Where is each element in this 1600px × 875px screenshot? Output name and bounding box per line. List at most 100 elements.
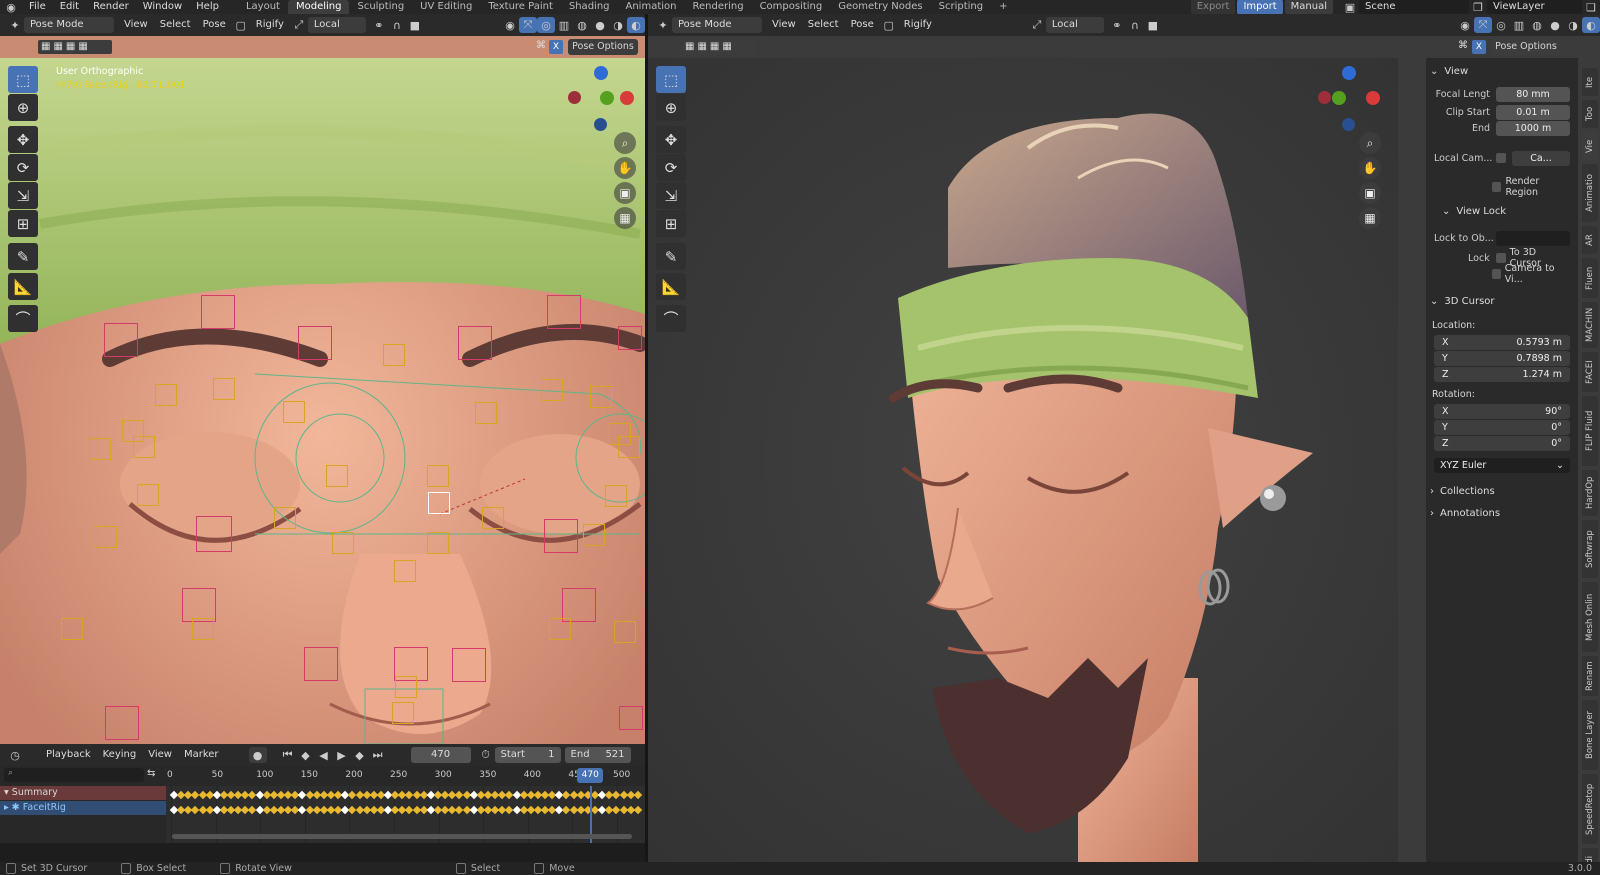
import-button[interactable]: Import [1237,0,1283,15]
playhead-frame-badge[interactable]: 470 [577,768,604,783]
bone-control[interactable] [544,519,578,553]
tab-animation[interactable]: Animation [618,0,685,14]
scene-selector[interactable]: Scene [1359,0,1469,15]
menu-select[interactable]: Select [154,17,197,33]
camera-icon[interactable]: ▣ [614,182,636,204]
tab-layout[interactable]: Layout [238,0,288,14]
bone-control[interactable] [458,326,492,360]
bone-control[interactable] [618,436,640,458]
bone-control[interactable] [605,485,627,507]
bone-control[interactable] [482,507,504,529]
prev-keyframe-icon[interactable]: ◆ [297,747,315,763]
bone-control[interactable] [155,384,177,406]
move-tool[interactable]: ✥ [8,126,38,153]
snap-icon[interactable]: ∩ [1126,17,1144,33]
right-viewport[interactable]: ✦ Pose Mode View Select Pose ▢ Rigify ⤢ … [648,14,1600,862]
navigation-gizmo[interactable] [1314,66,1394,146]
mirror-x-button[interactable]: X [549,40,563,54]
cursor-tool[interactable]: ⊕ [8,94,38,121]
menu-help[interactable]: Help [189,0,226,14]
cursor-rot-x-field[interactable]: X 90° [1434,403,1570,419]
clock-icon[interactable]: ◷ [6,747,24,763]
bone-control[interactable] [618,326,642,350]
bone-control[interactable] [283,401,305,423]
menu-render[interactable]: Render [86,0,136,14]
transform-tool[interactable]: ⊞ [8,210,38,237]
sidebar-tab[interactable]: Animatio [1582,164,1598,222]
jump-start-icon[interactable]: ⏮ [279,747,297,763]
bone-control[interactable] [104,323,138,357]
manual-button[interactable]: Manual [1284,0,1333,15]
tab-compositing[interactable]: Compositing [752,0,831,14]
pivot-icon[interactable]: ⚭ [1108,17,1126,33]
tab-uv-editing[interactable]: UV Editing [412,0,480,14]
menu-pose[interactable]: Pose [845,17,880,33]
next-keyframe-icon[interactable]: ◆ [351,747,369,763]
cursor-loc-y-field[interactable]: Y 0.7898 m [1434,350,1570,366]
axis-x-icon[interactable] [1366,91,1380,105]
bone-control[interactable] [192,618,214,640]
bone-control[interactable] [614,621,636,643]
rotation-mode-select[interactable]: XYZ Euler ⌄ [1434,457,1570,473]
bone-control[interactable] [475,402,497,424]
tab-modeling[interactable]: Modeling [287,0,350,14]
axis-y-icon[interactable] [1332,91,1346,105]
visibility-icon[interactable]: ◉ [501,17,519,33]
gizmo-icon[interactable]: ⤧ [1474,17,1492,33]
tab-geometry-nodes[interactable]: Geometry Nodes [830,0,930,14]
record-icon[interactable]: ● [248,747,267,763]
bone-control[interactable] [89,438,111,460]
bone-control[interactable] [427,532,449,554]
pan-hand-icon[interactable]: ✋ [614,157,636,179]
axis-neg-z-icon[interactable] [1342,118,1355,131]
keying-menu[interactable]: Keying [97,747,143,763]
transform-orientation-icon[interactable]: ⤢ [1028,17,1046,33]
swap-icon[interactable]: ⇆ [147,768,161,782]
play-reverse-icon[interactable]: ◀ [315,747,333,763]
pose-tool[interactable]: ⌒ [656,305,686,332]
select-box-tool[interactable]: ⬚ [8,66,38,93]
timeline-scrollbar[interactable] [172,834,632,839]
export-button[interactable]: Export [1190,0,1236,15]
sidebar-tab[interactable]: Mesh Onlin [1582,582,1598,652]
select-mode-icons[interactable]: ▦▦▦▦ [38,40,112,54]
mirror-x-button[interactable]: X [1472,40,1486,54]
xray-icon[interactable]: ▥ [1510,17,1528,33]
bone-control[interactable] [196,516,232,552]
start-frame-field[interactable]: Start 1 [494,747,561,763]
sidebar-tab[interactable]: Ite [1582,68,1598,96]
pose-options-icon[interactable]: ▢ [880,17,898,33]
left-viewport[interactable]: ✦ Pose Mode View Select Pose ▢ Rigify ⤢ … [0,14,645,744]
scene-icon[interactable]: ▣ [1341,0,1359,15]
tab-shading[interactable]: Shading [561,0,618,14]
channel-faceitrig[interactable]: ▸ ✱ FaceitRig [0,801,166,815]
annotate-tool[interactable]: ✎ [656,243,686,270]
pose-options-dropdown[interactable]: Pose Options [1491,39,1561,55]
view-layer-selector[interactable]: ViewLayer [1487,0,1582,15]
camera-icon[interactable]: ▣ [1359,182,1381,204]
sidebar-tab[interactable]: Too [1582,100,1598,128]
view-lock-section-header[interactable]: ⌄ View Lock [1442,202,1570,220]
visibility-icon[interactable]: ◉ [1456,17,1474,33]
bone-control[interactable] [326,465,348,487]
keyframe[interactable] [633,805,643,815]
menu-rigify[interactable]: Rigify [898,17,938,33]
bone-control[interactable] [137,484,159,506]
bone-control[interactable] [541,379,563,401]
marker-menu[interactable]: Marker [178,747,225,763]
end-frame-field[interactable]: End 521 [564,747,631,763]
bone-control[interactable] [395,676,417,698]
orientation-selector[interactable]: Local [307,17,366,33]
pivot-icon[interactable]: ⚭ [370,17,388,33]
bone-control[interactable] [452,648,486,682]
proportional-edit-icon[interactable]: ■ [406,17,424,33]
measure-tool[interactable]: 📐 [656,273,686,300]
blender-logo-icon[interactable]: ◉ [0,0,22,15]
axis-neg-z-icon[interactable] [594,118,607,131]
frame-ruler[interactable]: 050100150200250300350400450500470 [166,768,645,784]
lock-to-object-field[interactable] [1496,230,1570,246]
tab-texture-paint[interactable]: Texture Paint [480,0,561,14]
menu-window[interactable]: Window [136,0,189,14]
xray-icon[interactable]: ▥ [555,17,573,33]
axis-x-icon[interactable] [620,91,634,105]
